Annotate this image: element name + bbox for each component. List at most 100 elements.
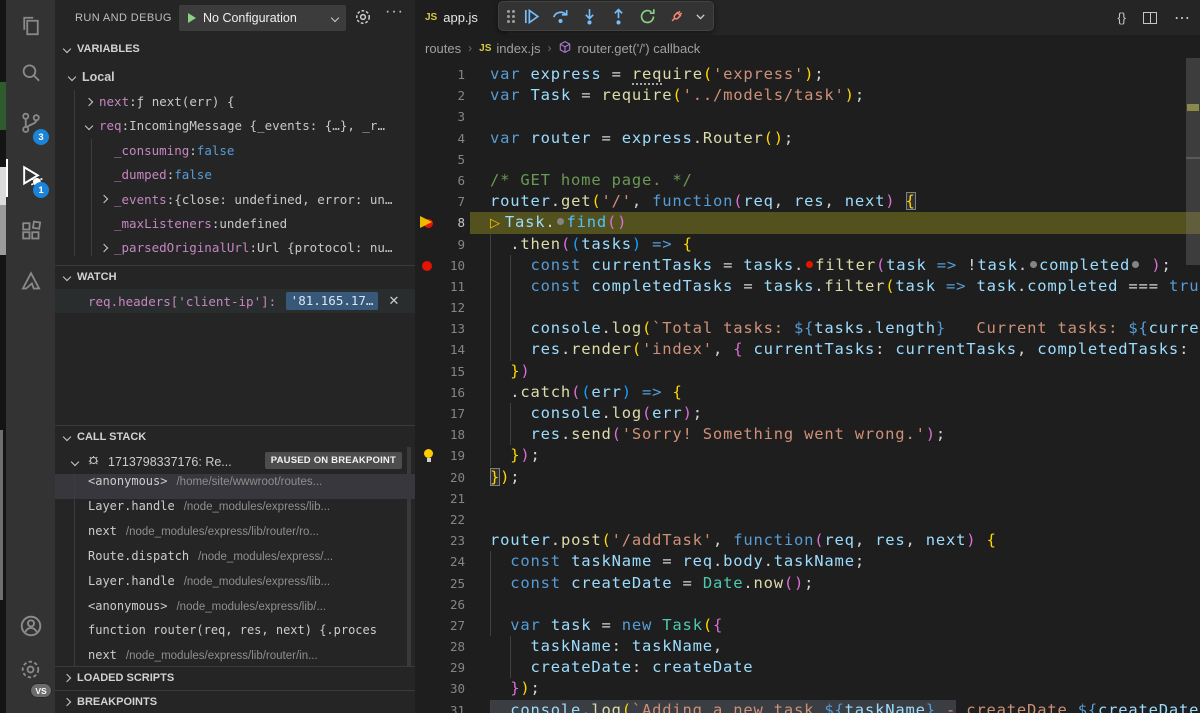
gutter[interactable]	[417, 595, 439, 614]
code-line[interactable]: 11 const completedTasks = tasks.filter(t…	[415, 276, 1200, 297]
variable-row[interactable]: req: IncomingMessage {_events: {…}, _r…	[55, 114, 415, 138]
code-line[interactable]: 31 console.log(`Adding a new task ${task…	[415, 700, 1200, 713]
gutter[interactable]	[417, 679, 439, 698]
code-line[interactable]: 10 const currentTasks = tasks.filter(tas…	[415, 255, 1200, 276]
gutter[interactable]	[417, 489, 439, 508]
gutter[interactable]	[417, 531, 439, 550]
more-actions-icon[interactable]: ⋯	[1174, 8, 1190, 28]
code-line[interactable]: 14 res.render('index', { currentTasks: c…	[415, 339, 1200, 360]
disconnect-button[interactable]	[664, 4, 688, 28]
stack-frame[interactable]: next/node_modules/express/lib/router/ro.…	[55, 524, 415, 549]
sidebar-item-search[interactable]	[6, 53, 55, 97]
step-into-button[interactable]	[577, 4, 601, 28]
sidebar-item-extensions[interactable]	[6, 211, 55, 255]
gutter[interactable]	[417, 171, 439, 190]
gutter[interactable]	[417, 129, 439, 148]
breadcrumb-index-js[interactable]: index.js	[496, 41, 540, 56]
variable-row[interactable]: _maxListeners: undefined	[55, 211, 415, 235]
code-line[interactable]: 5	[415, 149, 1200, 170]
remove-watch-icon[interactable]: ✕	[388, 293, 399, 309]
code-line[interactable]: 4var router = express.Router();	[415, 128, 1200, 149]
stack-frame[interactable]: function router(req, res, next) {.proces	[55, 623, 415, 648]
debug-session-row[interactable]: 1713798337176: Re... PAUSED ON BREAKPOIN…	[55, 449, 415, 474]
variable-row[interactable]: _dumped: false	[55, 163, 415, 187]
gutter[interactable]	[417, 298, 439, 317]
variable-row[interactable]: next: ƒ next(err) {	[55, 89, 415, 113]
code-line[interactable]: 27 var task = new Task({	[415, 615, 1200, 636]
accounts-button[interactable]	[6, 606, 55, 650]
gutter[interactable]	[417, 65, 439, 84]
gutter[interactable]	[417, 425, 439, 444]
inline-breakpoint-red-icon[interactable]	[806, 261, 813, 268]
variable-row[interactable]: _events: {close: undefined, error: un…	[55, 187, 415, 211]
gutter[interactable]	[417, 383, 439, 402]
settings-button[interactable]: VS	[6, 650, 55, 694]
gutter[interactable]	[417, 362, 439, 381]
breakpoint-icon[interactable]	[417, 256, 439, 275]
code-line[interactable]: 18 res.send('Sorry! Something went wrong…	[415, 424, 1200, 445]
views-more-actions[interactable]: ···	[385, 3, 404, 21]
gutter[interactable]	[417, 637, 439, 656]
breadcrumb-symbol[interactable]: router.get('/') callback	[577, 41, 700, 56]
code-line[interactable]: 1var express = require('express');	[415, 64, 1200, 85]
code-line[interactable]: 2var Task = require('../models/task');	[415, 85, 1200, 106]
code-line[interactable]: 16 .catch((err) => {	[415, 382, 1200, 403]
code-line[interactable]: 20});	[415, 467, 1200, 488]
sidebar-item-run-and-debug[interactable]: 1	[6, 156, 55, 200]
code-line[interactable]: 8▷Task.find()	[415, 212, 1200, 233]
code-line[interactable]: 28 taskName: taskName,	[415, 636, 1200, 657]
inline-breakpoint-icon[interactable]: ▷	[490, 216, 501, 231]
gutter[interactable]	[417, 107, 439, 126]
code-line[interactable]: 12	[415, 297, 1200, 318]
editor-scrollbar[interactable]	[1186, 58, 1200, 265]
gutter[interactable]	[417, 552, 439, 571]
code-line[interactable]: 22	[415, 509, 1200, 530]
variable-row[interactable]: _parsedOriginalUrl: Url {protocol: nu…	[55, 236, 415, 260]
code-line[interactable]: 19 });	[415, 445, 1200, 466]
sidebar-item-explorer[interactable]	[6, 6, 55, 50]
stack-frame[interactable]: <anonymous>/home/site/wwwroot/routes...	[55, 474, 415, 499]
code-line[interactable]: 29 createDate: createDate	[415, 657, 1200, 678]
sidebar-item-source-control[interactable]: 3	[6, 103, 55, 147]
stack-frame[interactable]: Layer.handle/node_modules/express/lib...	[55, 499, 415, 524]
debug-config-dropdown[interactable]: No Configuration	[179, 5, 346, 31]
loaded-scripts-section-header[interactable]: LOADED SCRIPTS	[55, 666, 415, 688]
variable-row[interactable]: _consuming: false	[55, 138, 415, 162]
brackets-icon[interactable]: {}	[1117, 10, 1126, 25]
inline-breakpoint-candidate-icon[interactable]	[557, 218, 564, 225]
variables-section-header[interactable]: VARIABLES	[55, 38, 415, 60]
code-line[interactable]: 25 const createDate = Date.now();	[415, 573, 1200, 594]
gutter[interactable]	[417, 235, 439, 254]
gutter[interactable]	[417, 701, 439, 713]
code-line[interactable]: 23router.post('/addTask', function(req, …	[415, 530, 1200, 551]
drag-grip-icon[interactable]	[507, 10, 510, 13]
code-line[interactable]: 7router.get('/', function(req, res, next…	[415, 191, 1200, 212]
stack-frame[interactable]: Route.dispatch/node_modules/express/...	[55, 549, 415, 574]
gutter[interactable]	[417, 192, 439, 211]
code-area[interactable]: 1var express = require('express');2var T…	[415, 61, 1200, 713]
gutter[interactable]	[417, 616, 439, 635]
gutter[interactable]	[417, 150, 439, 169]
gutter[interactable]	[417, 658, 439, 677]
code-line[interactable]: 24 const taskName = req.body.taskName;	[415, 551, 1200, 572]
inline-breakpoint-candidate-icon[interactable]	[1030, 261, 1037, 268]
stack-frame[interactable]: <anonymous>/node_modules/express/lib/...	[55, 599, 415, 624]
gutter[interactable]	[417, 510, 439, 529]
gutter[interactable]	[417, 404, 439, 423]
continue-button[interactable]	[519, 4, 543, 28]
restart-button[interactable]	[635, 4, 659, 28]
watch-expression-row[interactable]: req.headers['client-ip']: '81.165.17… ✕	[55, 289, 415, 313]
code-line[interactable]: 13 console.log(`Total tasks: ${tasks.len…	[415, 318, 1200, 339]
current-line-breakpoint-icon[interactable]	[417, 213, 439, 232]
breadcrumb-routes[interactable]: routes	[425, 41, 461, 56]
split-editor-icon[interactable]	[1143, 12, 1157, 24]
sidebar-item-azure[interactable]	[6, 261, 55, 305]
gutter[interactable]	[417, 574, 439, 593]
gutter[interactable]	[417, 86, 439, 105]
stack-frame[interactable]: Layer.handle/node_modules/express/lib...	[55, 574, 415, 599]
debug-settings-gear[interactable]	[353, 7, 373, 32]
tab-app-js[interactable]: JS app.js	[415, 0, 508, 35]
code-line[interactable]: 6/* GET home page. */	[415, 170, 1200, 191]
gutter[interactable]	[417, 319, 439, 338]
lightbulb-icon[interactable]	[417, 446, 439, 465]
